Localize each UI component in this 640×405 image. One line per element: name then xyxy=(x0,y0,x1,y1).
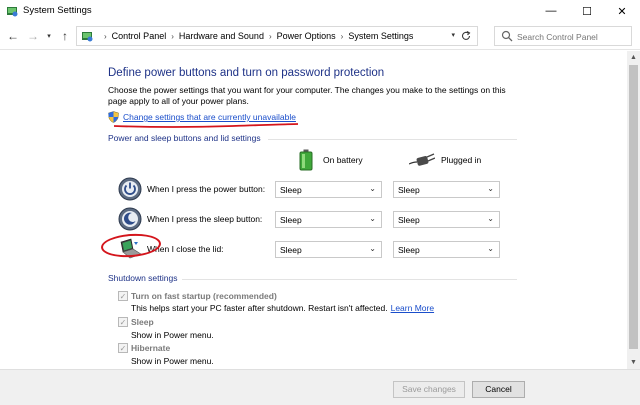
navigation-bar: ← → ▾ ↑ › Control Panel › Hardware and S… xyxy=(0,22,640,50)
chevron-down-icon: ⌄ xyxy=(369,184,376,193)
power-plug-icon xyxy=(409,153,435,166)
address-dropdown-icon[interactable]: ▾ xyxy=(451,31,455,39)
control-panel-icon xyxy=(82,32,93,42)
fast-startup-description-text: This helps start your PC faster after sh… xyxy=(131,303,388,313)
vertical-scrollbar[interactable]: ▲ ▼ xyxy=(627,51,640,369)
buttons-section-label: Power and sleep buttons and lid settings xyxy=(108,133,261,143)
hibernate-option[interactable]: ✓ Hibernate xyxy=(118,343,170,353)
sleep-button-icon xyxy=(118,207,142,231)
power-button-row: When I press the power button: Sleep ⌄ S… xyxy=(118,177,508,203)
sleep-label: Sleep xyxy=(131,317,154,327)
battery-icon xyxy=(299,149,313,171)
breadcrumb: › Control Panel › Hardware and Sound › P… xyxy=(99,31,413,41)
annotation-underline xyxy=(113,123,299,128)
search-icon xyxy=(501,30,513,42)
breadcrumb-separator[interactable]: › xyxy=(341,32,344,41)
sleep-button-plugged-in-select[interactable]: Sleep ⌄ xyxy=(393,211,500,228)
select-value: Sleep xyxy=(280,215,302,225)
sleep-button-row: When I press the sleep button: Sleep ⌄ S… xyxy=(118,207,508,233)
maximize-button[interactable]: ☐ xyxy=(569,0,605,22)
learn-more-link[interactable]: Learn More xyxy=(391,303,434,313)
fast-startup-checkbox[interactable]: ✓ xyxy=(118,291,128,301)
sleep-option[interactable]: ✓ Sleep xyxy=(118,317,154,327)
section-divider xyxy=(268,139,517,140)
refresh-icon[interactable] xyxy=(460,30,472,42)
window-title: System Settings xyxy=(23,5,92,16)
minimize-button[interactable]: — xyxy=(533,0,569,22)
breadcrumb-separator[interactable]: › xyxy=(104,32,107,41)
save-changes-button[interactable]: Save changes xyxy=(393,381,465,398)
select-value: Sleep xyxy=(398,185,420,195)
on-battery-header: On battery xyxy=(299,149,363,171)
control-panel-icon xyxy=(7,7,18,17)
fast-startup-description: This helps start your PC faster after sh… xyxy=(131,303,434,313)
close-button[interactable]: ✕ xyxy=(604,0,640,22)
plugged-in-header: Plugged in xyxy=(409,153,481,167)
power-button-on-battery-select[interactable]: Sleep ⌄ xyxy=(275,181,382,198)
sleep-description: Show in Power menu. xyxy=(131,330,214,340)
page-description: Choose the power settings that you want … xyxy=(108,85,506,106)
forward-button[interactable]: → xyxy=(26,28,40,44)
sleep-checkbox[interactable]: ✓ xyxy=(118,317,128,327)
sleep-button-label: When I press the sleep button: xyxy=(147,214,263,224)
select-value: Sleep xyxy=(398,245,420,255)
address-bar[interactable]: › Control Panel › Hardware and Sound › P… xyxy=(76,26,478,46)
scroll-down-icon[interactable]: ▼ xyxy=(627,356,640,369)
hibernate-checkbox[interactable]: ✓ xyxy=(118,343,128,353)
page-title: Define power buttons and turn on passwor… xyxy=(108,67,385,79)
main-content: Define power buttons and turn on passwor… xyxy=(0,51,627,369)
up-button[interactable]: ↑ xyxy=(58,28,72,44)
shutdown-section-label: Shutdown settings xyxy=(108,273,178,283)
lid-close-on-battery-select[interactable]: Sleep ⌄ xyxy=(275,241,382,258)
chevron-down-icon: ⌄ xyxy=(487,244,494,253)
fast-startup-label: Turn on fast startup (recommended) xyxy=(131,291,277,301)
back-button[interactable]: ← xyxy=(6,28,20,44)
hibernate-description: Show in Power menu. xyxy=(131,356,214,366)
search-box[interactable] xyxy=(494,26,632,46)
footer-bar: Save changes Cancel xyxy=(0,369,640,405)
chevron-down-icon: ⌄ xyxy=(369,214,376,223)
chevron-down-icon: ⌄ xyxy=(487,214,494,223)
title-bar: System Settings — ☐ ✕ xyxy=(0,0,640,22)
select-value: Sleep xyxy=(280,245,302,255)
cancel-button[interactable]: Cancel xyxy=(472,381,525,398)
lid-close-plugged-in-select[interactable]: Sleep ⌄ xyxy=(393,241,500,258)
power-button-plugged-in-select[interactable]: Sleep ⌄ xyxy=(393,181,500,198)
power-button-icon xyxy=(118,177,142,201)
scroll-thumb[interactable] xyxy=(629,65,638,349)
change-settings-link-text[interactable]: Change settings that are currently unava… xyxy=(123,112,296,122)
sleep-button-on-battery-select[interactable]: Sleep ⌄ xyxy=(275,211,382,228)
chevron-down-icon: ⌄ xyxy=(487,184,494,193)
breadcrumb-control-panel[interactable]: Control Panel xyxy=(112,31,167,41)
select-value: Sleep xyxy=(398,215,420,225)
breadcrumb-power-options[interactable]: Power Options xyxy=(277,31,336,41)
hibernate-label: Hibernate xyxy=(131,343,171,353)
breadcrumb-system-settings[interactable]: System Settings xyxy=(348,31,413,41)
scroll-up-icon[interactable]: ▲ xyxy=(627,51,640,64)
fast-startup-option[interactable]: ✓ Turn on fast startup (recommended) xyxy=(118,291,277,301)
on-battery-label: On battery xyxy=(323,155,363,165)
select-value: Sleep xyxy=(280,185,302,195)
breadcrumb-separator[interactable]: › xyxy=(269,32,272,41)
search-input[interactable] xyxy=(517,30,627,43)
power-button-label: When I press the power button: xyxy=(147,184,266,194)
recent-locations-button[interactable]: ▾ xyxy=(44,28,54,44)
breadcrumb-hardware-and-sound[interactable]: Hardware and Sound xyxy=(179,31,264,41)
breadcrumb-separator[interactable]: › xyxy=(171,32,174,41)
chevron-down-icon: ⌄ xyxy=(369,244,376,253)
plugged-in-label: Plugged in xyxy=(441,155,482,165)
section-divider xyxy=(182,279,517,280)
lid-close-row: When I close the lid: Sleep ⌄ Sleep ⌄ xyxy=(118,237,508,263)
